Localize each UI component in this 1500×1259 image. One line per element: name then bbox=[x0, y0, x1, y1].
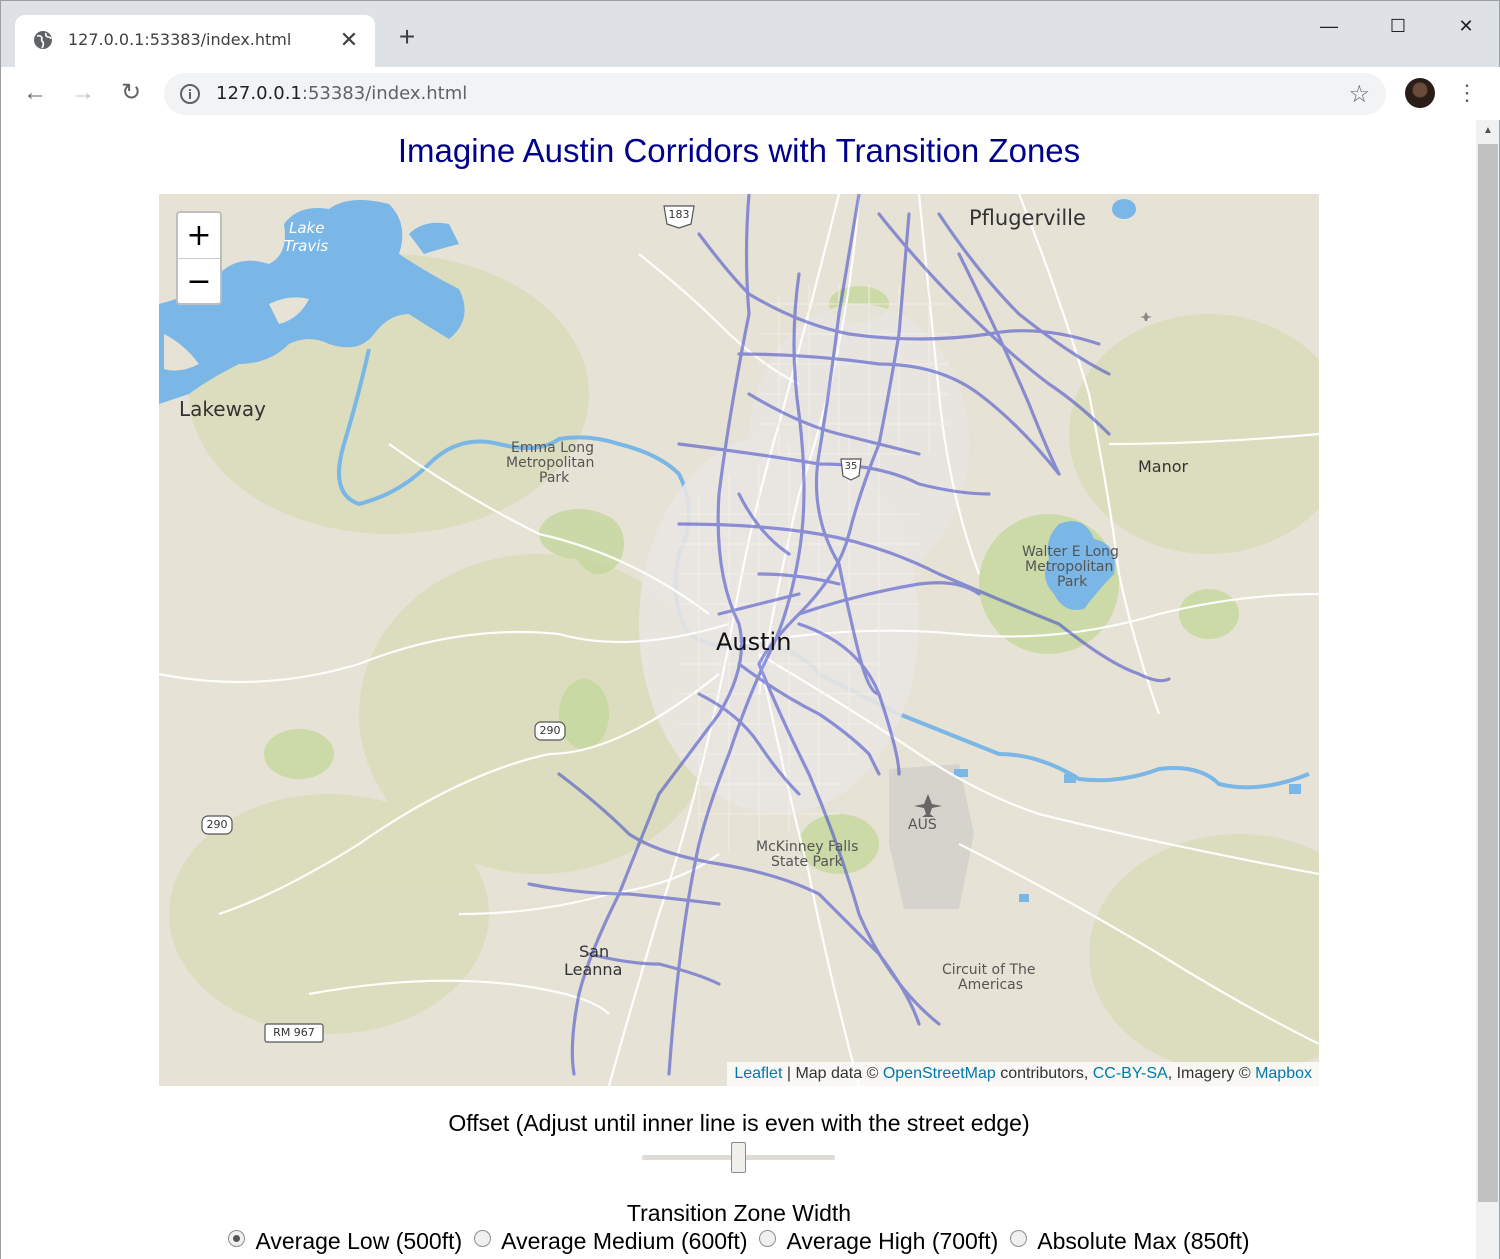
info-icon[interactable] bbox=[179, 83, 201, 105]
attrib-text-3: , Imagery © bbox=[1167, 1065, 1256, 1082]
vertical-scrollbar[interactable]: ▲ bbox=[1476, 120, 1500, 1259]
map-attribution: Leaflet | Map data © OpenStreetMap contr… bbox=[727, 1062, 1319, 1086]
radio-button[interactable] bbox=[474, 1230, 492, 1247]
label-pflugerville: Pflugerville bbox=[969, 206, 1086, 230]
transition-zone-options: Average Low (500ft) Average Medium (600ft… bbox=[1, 1228, 1476, 1255]
transition-zone-label: Transition Zone Width bbox=[626, 1200, 852, 1226]
radio-label: Average High (700ft) bbox=[786, 1228, 999, 1254]
globe-icon bbox=[34, 31, 52, 49]
browser-toolbar: ← → ↻ 127.0.0.1:53383/index.html ☆ ⋮ bbox=[1, 67, 1500, 121]
close-window-button[interactable]: ✕ bbox=[1446, 11, 1486, 41]
label-cota-1: Circuit of The bbox=[942, 962, 1036, 978]
label-hwy-183: 183 bbox=[668, 208, 690, 221]
browser-tab[interactable]: 127.0.0.1:53383/index.html ✕ bbox=[15, 15, 375, 67]
label-walter-2: Metropolitan bbox=[1025, 559, 1114, 575]
zoom-control: + − bbox=[176, 211, 222, 305]
scroll-up-icon[interactable]: ▲ bbox=[1476, 120, 1500, 142]
radio-label: Absolute Max (850ft) bbox=[1037, 1228, 1250, 1254]
label-manor: Manor bbox=[1138, 457, 1189, 476]
scrollbar-thumb[interactable] bbox=[1478, 144, 1498, 1202]
label-mckinney-2: State Park bbox=[771, 854, 843, 870]
close-tab-icon[interactable]: ✕ bbox=[337, 28, 361, 52]
zoom-in-button[interactable]: + bbox=[178, 213, 220, 258]
address-bar[interactable]: 127.0.0.1:53383/index.html ☆ bbox=[164, 73, 1386, 115]
bookmark-star-icon[interactable]: ☆ bbox=[1348, 80, 1370, 109]
label-rm-967: RM 967 bbox=[273, 1026, 315, 1039]
label-walter-1: Walter E Long bbox=[1022, 544, 1119, 560]
reload-icon[interactable]: ↻ bbox=[115, 77, 147, 109]
mapbox-link[interactable]: Mapbox bbox=[1255, 1065, 1312, 1082]
minimize-button[interactable]: — bbox=[1309, 11, 1349, 41]
label-emma-1: Emma Long bbox=[511, 440, 595, 456]
radio-button[interactable] bbox=[1010, 1230, 1028, 1247]
zoom-out-button[interactable]: − bbox=[178, 258, 220, 303]
label-mckinney-1: McKinney Falls bbox=[756, 839, 859, 855]
radio-option[interactable]: Absolute Max (850ft) bbox=[1010, 1228, 1250, 1255]
radio-option[interactable]: Average High (700ft) bbox=[759, 1228, 998, 1255]
back-arrow-icon[interactable]: ← bbox=[19, 77, 51, 109]
slider-handle[interactable] bbox=[731, 1142, 746, 1173]
leaflet-link[interactable]: Leaflet bbox=[734, 1065, 782, 1082]
page-viewport: Imagine Austin Corridors with Transition… bbox=[0, 120, 1476, 1259]
label-cota-2: Americas bbox=[958, 977, 1024, 993]
label-travis: Travis bbox=[284, 237, 329, 255]
profile-avatar[interactable] bbox=[1405, 78, 1435, 108]
label-emma-3: Park bbox=[539, 470, 570, 486]
maximize-button[interactable]: ☐ bbox=[1378, 11, 1418, 41]
label-hwy-35: 35 bbox=[844, 461, 858, 472]
offset-slider[interactable] bbox=[642, 1142, 835, 1173]
radio-button[interactable] bbox=[759, 1230, 777, 1247]
radio-label: Average Low (500ft) bbox=[255, 1228, 463, 1254]
menu-dots-icon[interactable]: ⋮ bbox=[1453, 79, 1481, 107]
label-emma-2: Metropolitan bbox=[506, 455, 595, 471]
attrib-text-2: contributors, bbox=[995, 1065, 1093, 1082]
license-link[interactable]: CC-BY-SA bbox=[1093, 1065, 1168, 1082]
label-hwy-290-b: 290 bbox=[206, 818, 228, 831]
new-tab-button[interactable]: + bbox=[393, 23, 421, 51]
radio-label: Average Medium (600ft) bbox=[501, 1228, 748, 1254]
map[interactable]: Pflugerville Lakeway Manor Austin San Le… bbox=[159, 194, 1319, 1086]
label-hwy-290-a: 290 bbox=[539, 724, 561, 737]
url-host: 127.0.0.1 bbox=[216, 83, 302, 104]
radio-option[interactable]: Average Medium (600ft) bbox=[474, 1228, 747, 1255]
tab-title: 127.0.0.1:53383/index.html bbox=[68, 30, 292, 49]
url-text: 127.0.0.1:53383/index.html bbox=[216, 83, 467, 104]
label-aus: AUS bbox=[908, 817, 937, 833]
label-lakeway: Lakeway bbox=[179, 397, 267, 421]
page-title: Imagine Austin Corridors with Transition… bbox=[397, 132, 1081, 169]
radio-option[interactable]: Average Low (500ft) bbox=[228, 1228, 462, 1255]
label-walter-3: Park bbox=[1057, 574, 1088, 590]
attrib-text-1: | Map data © bbox=[782, 1065, 883, 1082]
radio-button[interactable] bbox=[228, 1230, 246, 1247]
browser-chrome: 127.0.0.1:53383/index.html ✕ + — ☐ ✕ ← →… bbox=[0, 0, 1500, 121]
forward-arrow-icon[interactable]: → bbox=[67, 77, 99, 109]
label-austin: Austin bbox=[716, 628, 792, 656]
offset-label: Offset (Adjust until inner line is even … bbox=[448, 1110, 1030, 1136]
label-lake: Lake bbox=[289, 219, 325, 237]
osm-link[interactable]: OpenStreetMap bbox=[883, 1065, 996, 1082]
label-san: San bbox=[579, 942, 610, 961]
url-path: :53383/index.html bbox=[301, 83, 468, 104]
label-leanna: Leanna bbox=[564, 960, 623, 979]
